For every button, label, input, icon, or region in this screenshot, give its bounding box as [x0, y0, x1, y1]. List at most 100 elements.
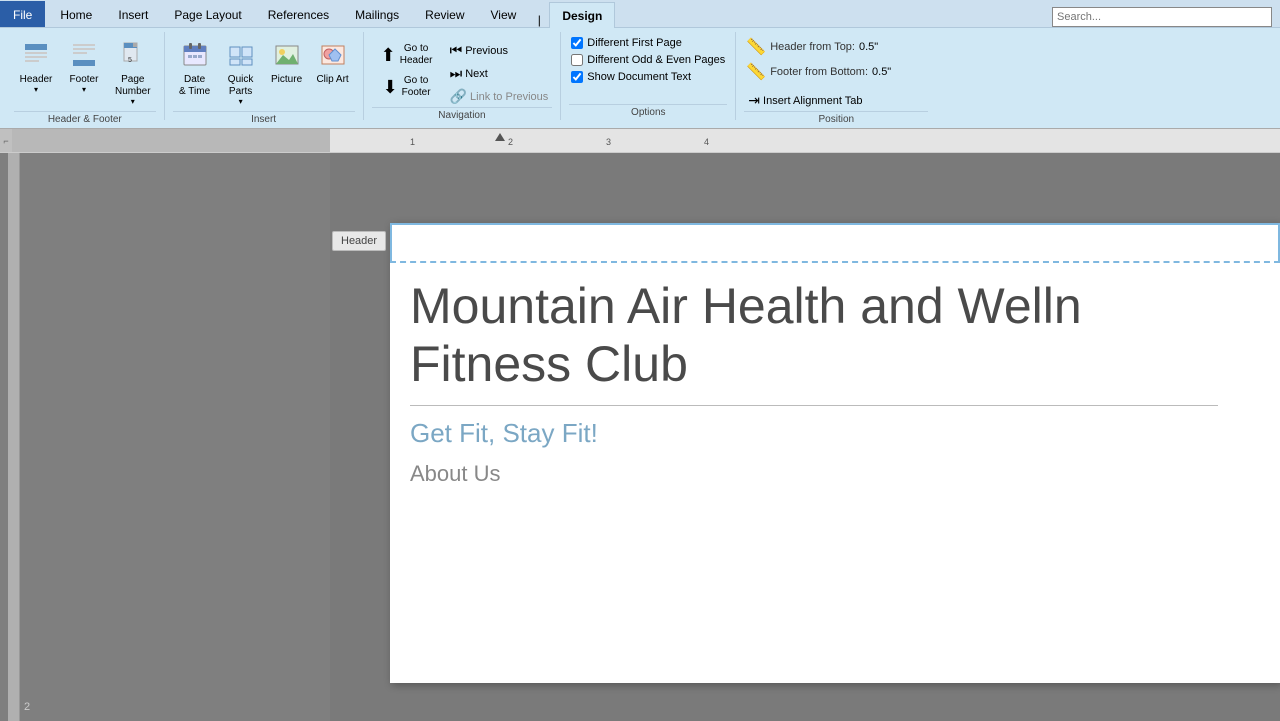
- quick-parts-icon: [227, 41, 255, 73]
- footer-icon: [70, 41, 98, 73]
- show-document-text-checkbox[interactable]: [571, 71, 583, 83]
- goto-header-label: Go to Header: [400, 43, 433, 67]
- ruler: ⌐ 1 2 3 4: [0, 129, 1280, 153]
- ruler-mark-2: 2: [508, 137, 513, 147]
- previous-icon: ⏮: [450, 42, 463, 59]
- different-first-page-label: Different First Page: [587, 37, 682, 49]
- header-from-top-label: Header from Top:: [770, 41, 855, 53]
- different-odd-even-option[interactable]: Different Odd & Even Pages: [569, 53, 727, 67]
- tab-insert[interactable]: Insert: [105, 1, 161, 27]
- link-to-previous-button[interactable]: 🔗 Link to Previous: [446, 86, 553, 107]
- goto-footer-button[interactable]: ⬇ Go to Footer: [372, 72, 442, 102]
- position-group-label: Position: [744, 111, 928, 127]
- different-odd-even-label: Different Odd & Even Pages: [587, 54, 725, 66]
- previous-label: Previous: [465, 45, 508, 57]
- tab-page-layout[interactable]: Page Layout: [161, 1, 254, 27]
- tab-file[interactable]: File: [0, 1, 45, 27]
- ruler-left-gray: [12, 129, 330, 152]
- tab-design-label: Design: [562, 9, 602, 23]
- tab-file-label: File: [13, 8, 32, 22]
- insert-alignment-label: Insert Alignment Tab: [763, 95, 862, 107]
- footer-from-bottom-label: Footer from Bottom:: [770, 66, 868, 78]
- tab-page-layout-label: Page Layout: [174, 8, 241, 22]
- ribbon-group-position: 📏 Header from Top: 0.5" 📏 Footer from Bo…: [736, 32, 936, 120]
- next-button[interactable]: ⏭ Next: [446, 63, 553, 84]
- document-subtitle: Get Fit, Stay Fit!: [410, 418, 1260, 449]
- header-from-top-value: 0.5": [859, 41, 878, 53]
- header-region[interactable]: Header: [390, 223, 1280, 263]
- picture-button-label: Picture: [271, 74, 302, 86]
- quick-parts-dropdown-arrow[interactable]: ▾: [239, 97, 243, 106]
- quick-parts-button[interactable]: Quick Parts ▾: [219, 36, 263, 111]
- tab-references-label: References: [268, 8, 329, 22]
- footer-from-bottom-value: 0.5": [872, 66, 891, 78]
- page-number-dropdown-arrow[interactable]: ▾: [131, 97, 135, 106]
- header-button[interactable]: Header ▾: [14, 36, 58, 99]
- tab-view-label: View: [491, 8, 517, 22]
- document-page: Page: 2 Header Mountain Air Health and W…: [390, 223, 1280, 683]
- sidebar: 2: [0, 153, 330, 721]
- footer-from-bottom-icon: 📏: [746, 62, 766, 82]
- footer-dropdown-arrow[interactable]: ▾: [82, 85, 86, 94]
- document-area: Page: 2 Header Mountain Air Health and W…: [330, 153, 1280, 721]
- next-label: Next: [465, 68, 488, 80]
- quick-parts-button-label: Quick Parts: [228, 74, 254, 98]
- different-first-page-option[interactable]: Different First Page: [569, 36, 727, 50]
- tab-design[interactable]: Design: [549, 2, 615, 28]
- different-first-page-checkbox[interactable]: [571, 37, 583, 49]
- picture-button[interactable]: Picture: [265, 36, 309, 91]
- page-number-icon: 5: [119, 41, 147, 73]
- ribbon-group-navigation: ⬆ Go to Header ⬇ Go to Footer ⏮ Previous: [364, 32, 562, 120]
- ruler-body: 1 2 3 4: [330, 129, 1280, 152]
- footer-from-bottom-row: 📏 Footer from Bottom: 0.5": [744, 61, 928, 83]
- insert-alignment-tab-button[interactable]: ⇥ Insert Alignment Tab: [744, 90, 928, 111]
- tab-review[interactable]: Review: [412, 1, 477, 27]
- clip-art-icon: [319, 41, 347, 73]
- tab-home[interactable]: Home: [47, 1, 105, 27]
- ruler-mark-3: 3: [606, 137, 611, 147]
- picture-icon: [273, 41, 301, 73]
- tab-mailings-label: Mailings: [355, 8, 399, 22]
- goto-header-button[interactable]: ⬆ Go to Header: [372, 40, 442, 70]
- clip-art-button[interactable]: Clip Art: [311, 36, 355, 91]
- tab-references[interactable]: References: [255, 1, 342, 27]
- options-group-label: Options: [569, 104, 727, 120]
- tab-mailings[interactable]: Mailings: [342, 1, 412, 27]
- document-title-line2: Fitness Club: [410, 336, 1260, 394]
- insert-group-label: Insert: [173, 111, 355, 127]
- document-section: About Us: [410, 461, 1260, 487]
- header-from-top-row: 📏 Header from Top: 0.5": [744, 36, 928, 58]
- svg-text:5: 5: [128, 57, 132, 64]
- goto-header-icon: ⬆: [381, 45, 396, 66]
- footer-button[interactable]: Footer ▾: [62, 36, 106, 99]
- tab-insert-label: Insert: [118, 8, 148, 22]
- sidebar-left-bar: [8, 153, 20, 721]
- different-odd-even-checkbox[interactable]: [571, 54, 583, 66]
- show-document-text-option[interactable]: Show Document Text: [569, 70, 727, 84]
- ribbon-group-options: Different First Page Different Odd & Eve…: [561, 32, 736, 120]
- date-time-icon: [181, 41, 209, 73]
- header-footer-group-label: Header & Footer: [14, 111, 156, 127]
- goto-footer-icon: ⬇: [383, 77, 398, 98]
- tab-home-label: Home: [60, 8, 92, 22]
- tab-stop-marker[interactable]: [495, 133, 505, 141]
- header-from-top-icon: 📏: [746, 37, 766, 57]
- clip-art-button-label: Clip Art: [316, 74, 348, 86]
- tab-view[interactable]: View: [478, 1, 530, 27]
- link-previous-label: Link to Previous: [470, 91, 548, 103]
- header-dropdown-arrow[interactable]: ▾: [34, 85, 38, 94]
- link-previous-icon: 🔗: [450, 88, 467, 105]
- page-number-button-label: Page Number: [115, 74, 151, 98]
- ruler-mark-4: 4: [704, 137, 709, 147]
- ribbon-group-header-footer: Header ▾ Footer ▾: [6, 32, 165, 120]
- previous-button[interactable]: ⏮ Previous: [446, 40, 553, 61]
- page-number-indicator: 2: [24, 701, 30, 713]
- header-icon: [22, 41, 50, 73]
- ruler-corner: ⌐: [0, 129, 12, 152]
- search-input[interactable]: [1052, 7, 1272, 27]
- date-time-button-label: Date & Time: [179, 74, 210, 98]
- navigation-group-label: Navigation: [372, 107, 553, 123]
- date-time-button[interactable]: Date & Time: [173, 36, 217, 103]
- header-tag: Header: [332, 231, 386, 251]
- page-number-button[interactable]: 5 Page Number ▾: [110, 36, 156, 111]
